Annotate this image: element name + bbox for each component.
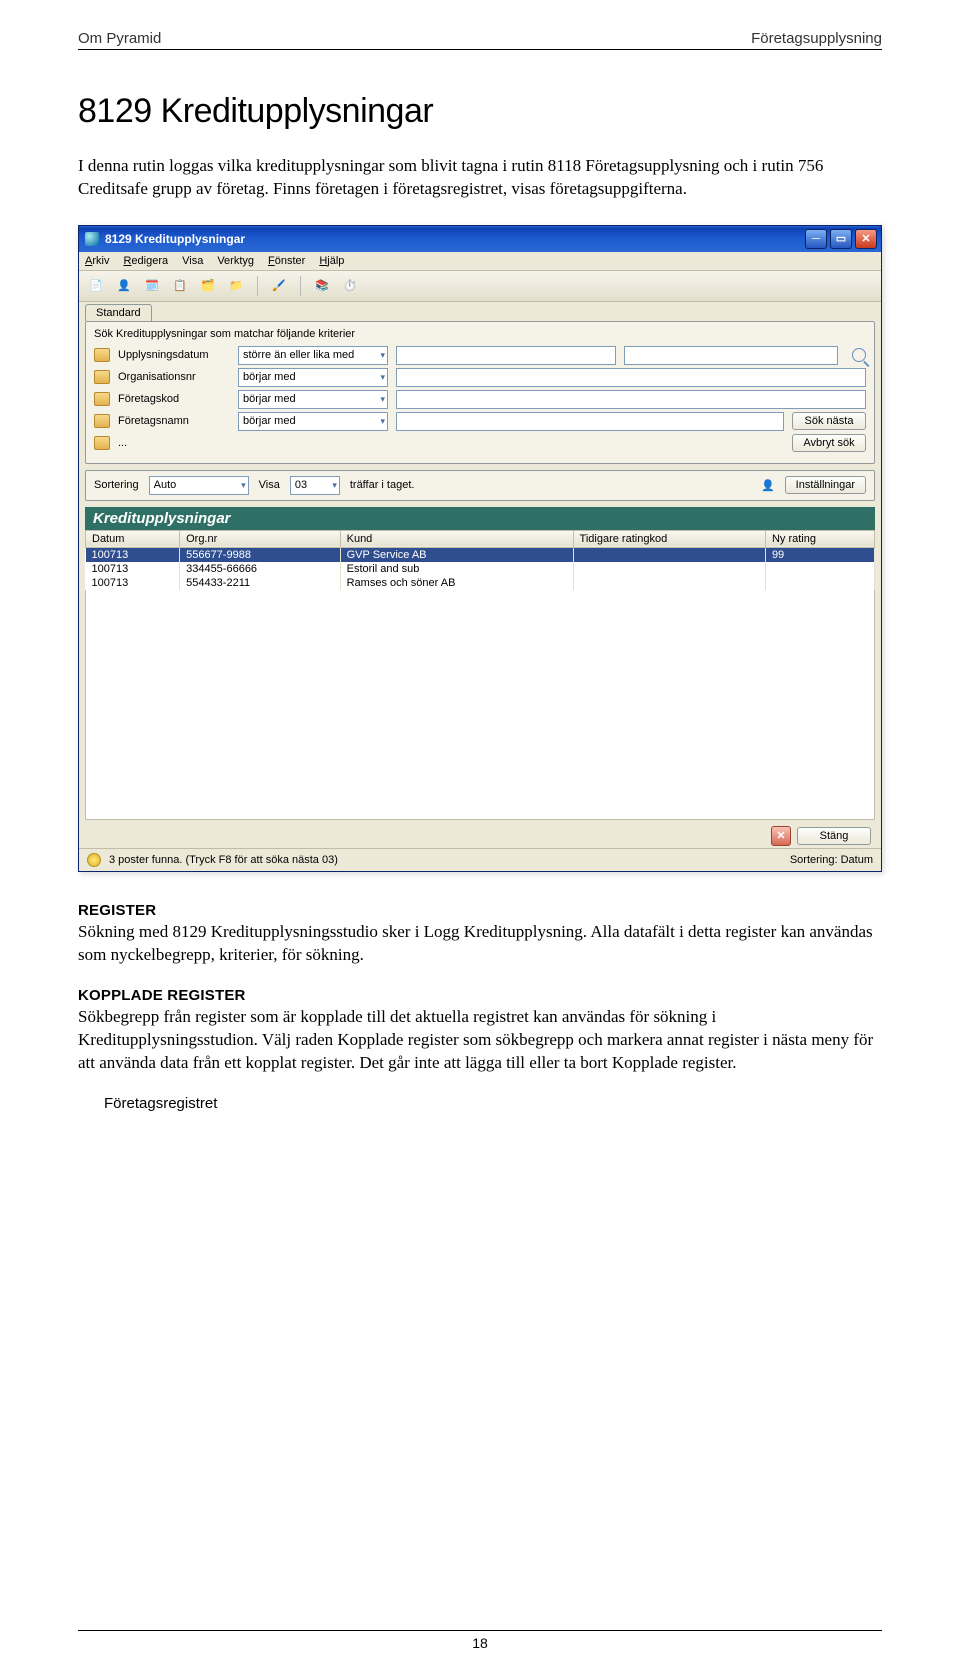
search-title: Sök Kreditupplysningar som matchar följa… xyxy=(94,328,866,340)
shield-icon xyxy=(87,853,101,867)
toolbar-icon-cal2[interactable]: 📋 xyxy=(169,275,191,297)
chevron-down-icon: ▾ xyxy=(241,480,246,491)
stang-button[interactable]: Stäng xyxy=(797,827,871,845)
col-datum[interactable]: Datum xyxy=(86,530,180,547)
operator-combo[interactable]: börjar med▾ xyxy=(238,412,388,431)
header-right: Företagsupplysning xyxy=(751,30,882,47)
register-paragraph: Sökning med 8129 Kreditupplysningsstudio… xyxy=(78,921,882,967)
bottom-button-row: ✕ Stäng xyxy=(79,820,881,848)
kopplade-paragraph: Sökbegrepp från register som är kopplade… xyxy=(78,1006,882,1075)
value-input[interactable] xyxy=(396,346,616,365)
tabstrip: Standard xyxy=(79,304,881,321)
result-table: Datum Org.nr Kund Tidigare ratingkod Ny … xyxy=(85,530,875,590)
value-input-to[interactable] xyxy=(624,346,838,365)
col-kund[interactable]: Kund xyxy=(340,530,573,547)
person-icon: 👤 xyxy=(761,479,775,492)
toolbar: 📄 👤 🗓️ 📋 🗂️ 📁 🖌️ 📚 ⏱️ xyxy=(79,271,881,302)
toolbar-icon-clock[interactable]: ⏱️ xyxy=(339,275,361,297)
table-caption: Kreditupplysningar xyxy=(85,507,875,530)
page-title: 8129 Kreditupplysningar xyxy=(78,92,882,131)
titlebar[interactable]: 8129 Kreditupplysningar ─ ▭ ✕ xyxy=(79,226,881,252)
table-row[interactable]: 100713556677-9988 GVP Service AB 99 xyxy=(86,547,875,562)
chevron-down-icon: ▾ xyxy=(380,372,385,383)
visa-suffix: träffar i taget. xyxy=(350,479,415,491)
search-panel: Sök Kreditupplysningar som matchar följa… xyxy=(85,321,875,464)
menu-visa[interactable]: Visa xyxy=(182,255,203,267)
field-icon xyxy=(94,370,110,384)
chevron-down-icon: ▾ xyxy=(380,416,385,427)
avbryt-sok-button[interactable]: Avbryt sök xyxy=(792,434,866,452)
toolbar-icon-new[interactable]: 📄 xyxy=(85,275,107,297)
chevron-down-icon: ▾ xyxy=(332,480,337,491)
menubar: Arkiv Redigera Visa Verktyg Fönster Hjäl… xyxy=(79,252,881,271)
tab-standard[interactable]: Standard xyxy=(85,304,152,321)
list-item-foretagsregistret: Företagsregistret xyxy=(104,1095,882,1112)
criteria-label: Företagskod xyxy=(118,393,230,405)
menu-verktyg[interactable]: Verktyg xyxy=(217,255,254,267)
status-text-right: Sortering: Datum xyxy=(790,854,873,866)
chevron-down-icon: ▾ xyxy=(380,350,385,361)
maximize-button[interactable]: ▭ xyxy=(830,229,852,249)
window-title: 8129 Kreditupplysningar xyxy=(105,232,805,246)
sortering-label: Sortering xyxy=(94,479,139,491)
page-number: 18 xyxy=(472,1635,488,1651)
toolbar-icon-brush[interactable]: 🖌️ xyxy=(268,275,290,297)
toolbar-icon-user[interactable]: 👤 xyxy=(113,275,135,297)
toolbar-divider xyxy=(300,276,301,296)
table-row[interactable]: 100713554433-2211 Ramses och söner AB xyxy=(86,576,875,590)
register-heading: REGISTER xyxy=(78,902,882,919)
criteria-label: Företagsnamn xyxy=(118,415,230,427)
operator-combo[interactable]: börjar med▾ xyxy=(238,368,388,387)
field-icon xyxy=(94,436,110,450)
search-icon[interactable] xyxy=(852,348,866,362)
status-text-left: 3 poster funna. (Tryck F8 för att söka n… xyxy=(109,854,338,866)
sort-row: Sortering Auto▾ Visa 03▾ träffar i taget… xyxy=(85,470,875,501)
table-empty-area xyxy=(85,590,875,820)
minimize-button[interactable]: ─ xyxy=(805,229,827,249)
page-footer: 18 xyxy=(78,1630,882,1651)
close-window-button[interactable]: ✕ xyxy=(855,229,877,249)
table-row[interactable]: 100713334455-66666 Estoril and sub xyxy=(86,562,875,576)
menu-hjalp[interactable]: Hjälp xyxy=(319,255,344,267)
criteria-label: Upplysningsdatum xyxy=(118,349,230,361)
visa-label: Visa xyxy=(259,479,280,491)
menu-redigera[interactable]: Redigera xyxy=(123,255,168,267)
col-tidigare[interactable]: Tidigare ratingkod xyxy=(573,530,765,547)
col-orgnr[interactable]: Org.nr xyxy=(180,530,341,547)
sortering-combo[interactable]: Auto▾ xyxy=(149,476,249,495)
kopplade-heading: KOPPLADE REGISTER xyxy=(78,987,882,1004)
operator-combo[interactable]: börjar med▾ xyxy=(238,390,388,409)
app-window: 8129 Kreditupplysningar ─ ▭ ✕ Arkiv Redi… xyxy=(78,225,882,872)
menu-arkiv[interactable]: Arkiv xyxy=(85,255,109,267)
toolbar-icon-doc[interactable]: 🗂️ xyxy=(197,275,219,297)
intro-paragraph: I denna rutin loggas vilka kreditupplysn… xyxy=(78,155,882,201)
installningar-button[interactable]: Inställningar xyxy=(785,476,866,494)
close-x-icon[interactable]: ✕ xyxy=(771,826,791,846)
field-icon xyxy=(94,414,110,428)
app-icon xyxy=(85,232,99,246)
sok-nasta-button[interactable]: Sök nästa xyxy=(792,412,866,430)
value-input[interactable] xyxy=(396,412,784,431)
field-icon xyxy=(94,392,110,406)
visa-combo[interactable]: 03▾ xyxy=(290,476,340,495)
menu-fonster[interactable]: Fönster xyxy=(268,255,305,267)
doc-header: Om Pyramid Företagsupplysning xyxy=(78,30,882,50)
toolbar-icon-cal1[interactable]: 🗓️ xyxy=(141,275,163,297)
value-input[interactable] xyxy=(396,390,866,409)
toolbar-divider xyxy=(257,276,258,296)
header-left: Om Pyramid xyxy=(78,30,161,47)
value-input[interactable] xyxy=(396,368,866,387)
statusbar: 3 poster funna. (Tryck F8 för att söka n… xyxy=(79,848,881,871)
chevron-down-icon: ▾ xyxy=(380,394,385,405)
toolbar-icon-folder[interactable]: 📁 xyxy=(225,275,247,297)
criteria-label: Organisationsnr xyxy=(118,371,230,383)
criteria-label: ... xyxy=(118,437,230,449)
field-icon xyxy=(94,348,110,362)
operator-combo[interactable]: större än eller lika med▾ xyxy=(238,346,388,365)
col-ny[interactable]: Ny rating xyxy=(765,530,874,547)
toolbar-icon-books[interactable]: 📚 xyxy=(311,275,333,297)
